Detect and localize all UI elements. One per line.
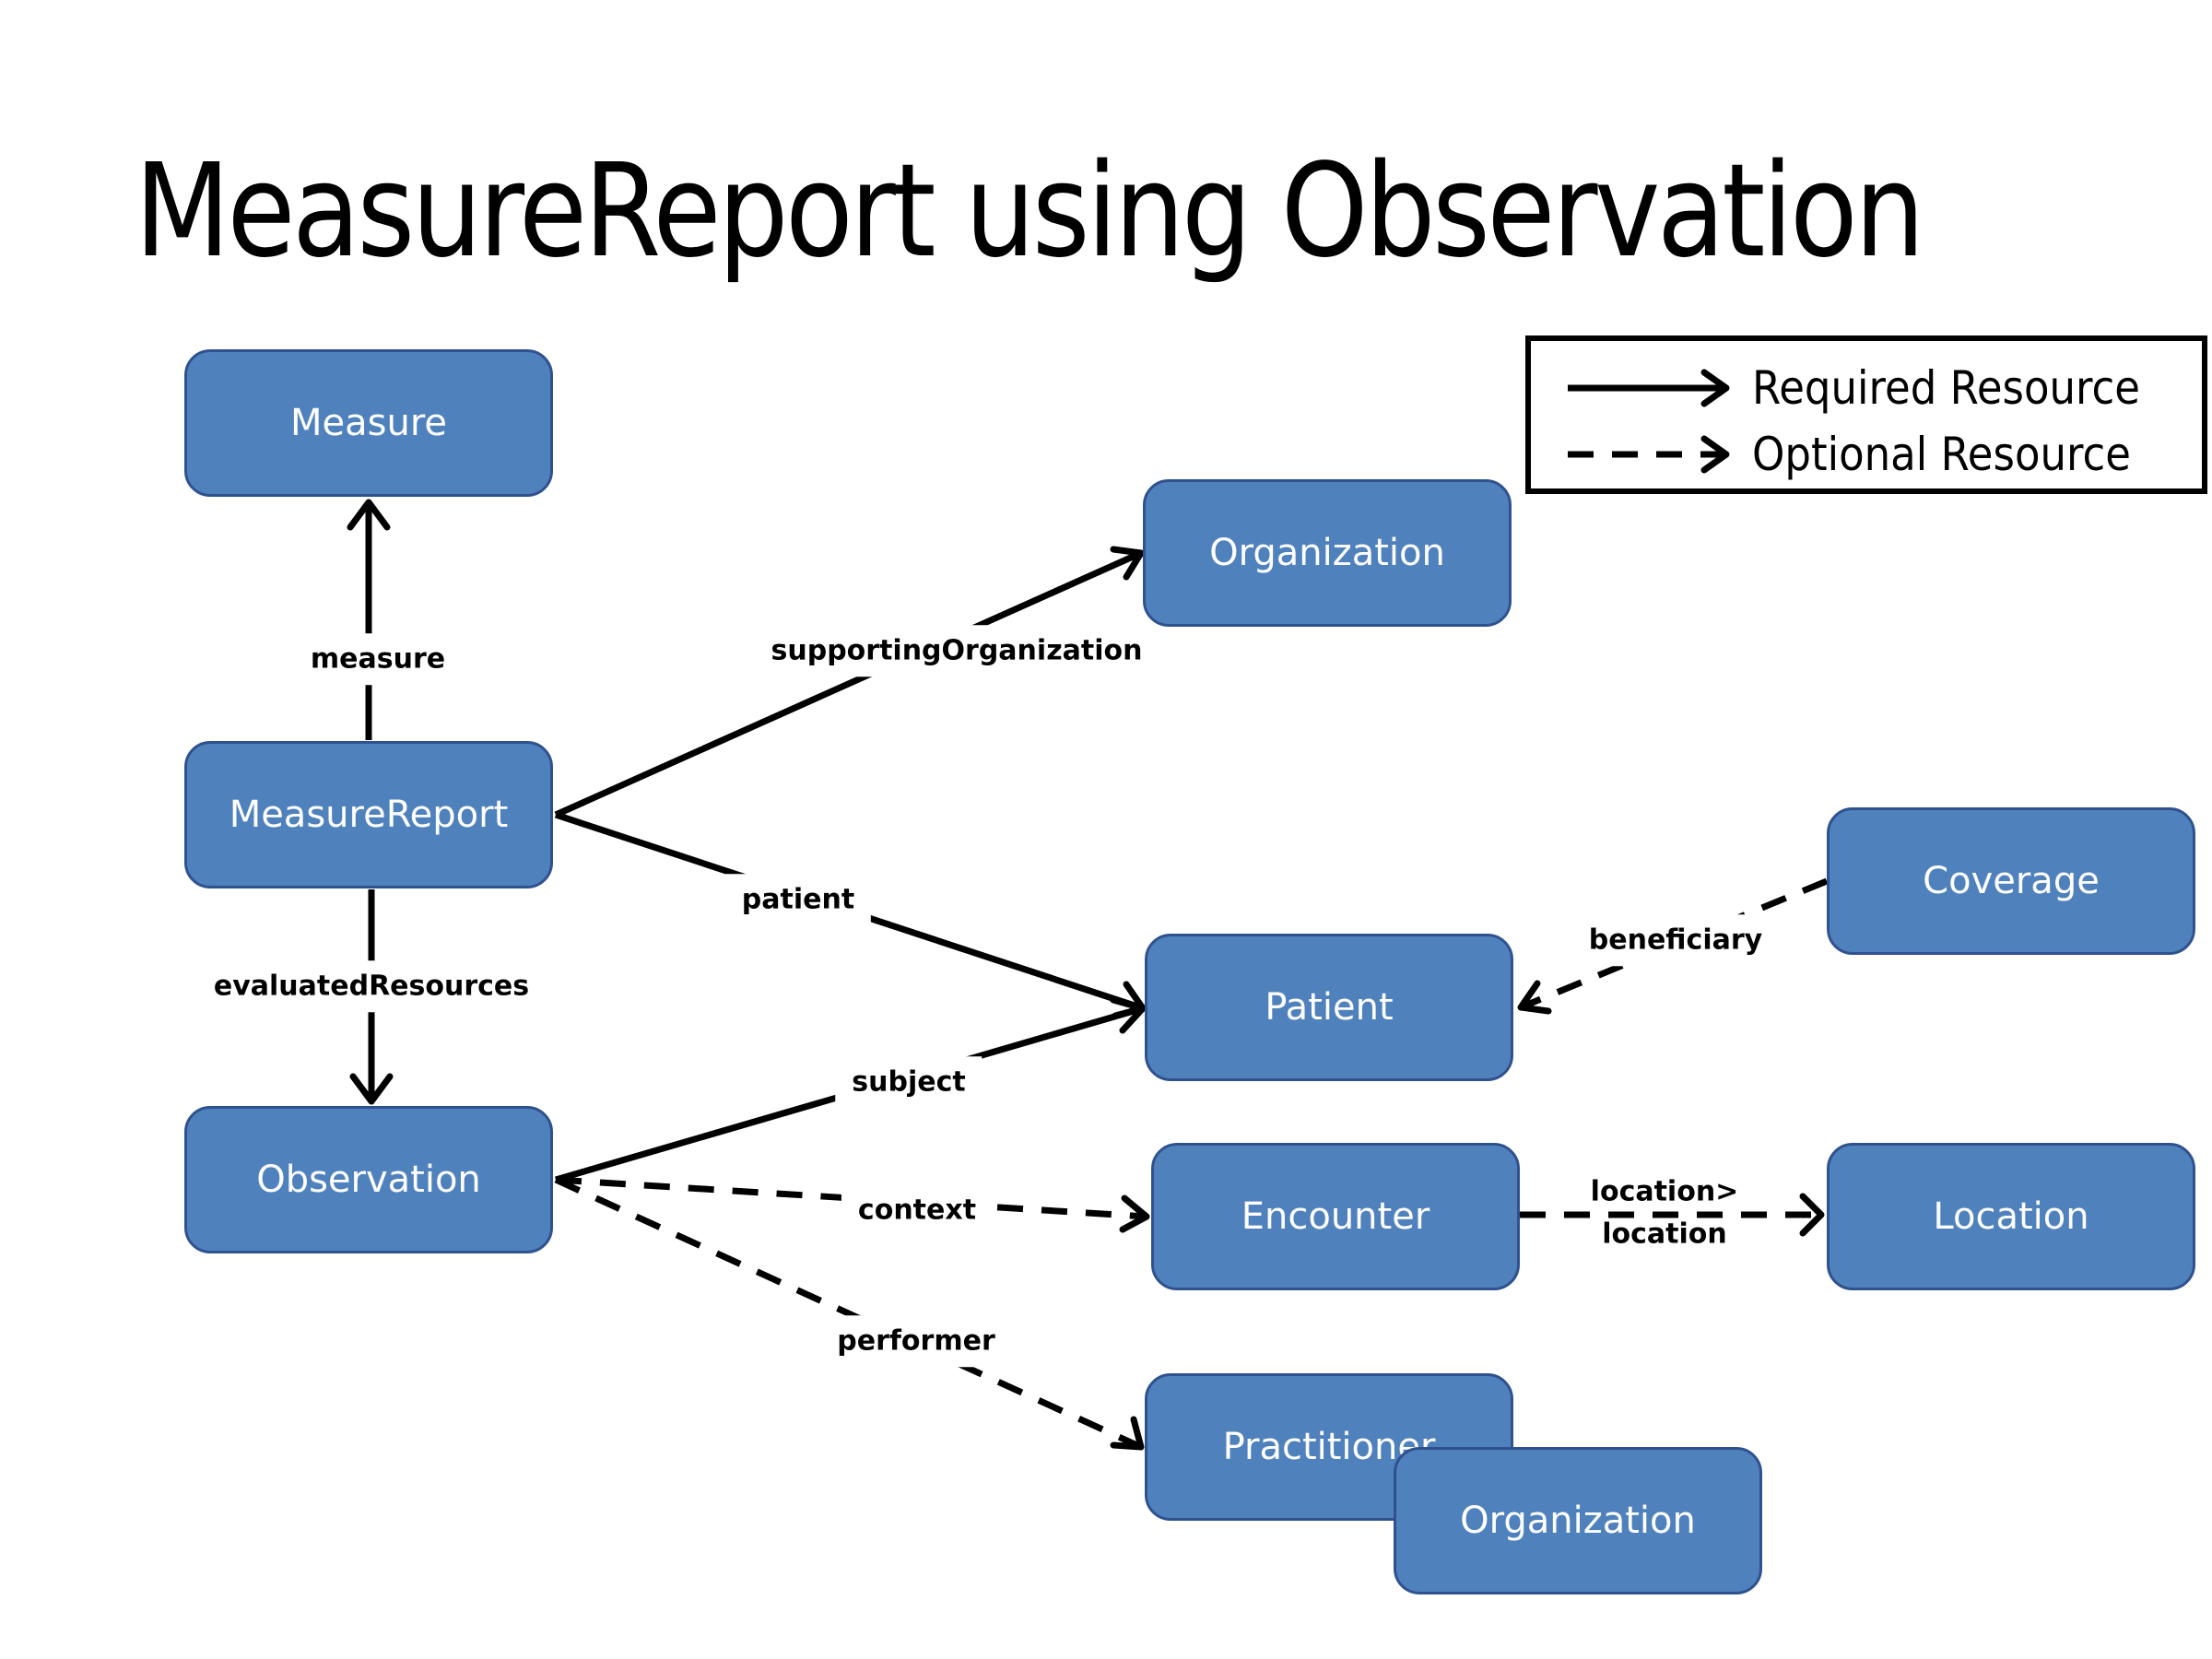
node-label: Measure [290, 402, 447, 444]
edge-measure [347, 499, 391, 740]
node-label: Observation [256, 1159, 481, 1201]
node-coverage[interactable]: Coverage [1827, 807, 2195, 955]
edge-label-patient: patient [724, 874, 872, 925]
node-label: Location [1933, 1195, 2089, 1238]
node-label: Organization [1209, 532, 1445, 574]
legend-optional: Optional Resource [1568, 428, 2173, 481]
node-label: MeasureReport [229, 794, 509, 836]
solid-arrow-icon [1568, 369, 1730, 407]
edge-label-beneficiary: beneficiary [1571, 914, 1780, 966]
edge-label-evaluated-resources: evaluatedResources [196, 960, 547, 1012]
node-label: Coverage [1923, 860, 2100, 902]
legend: Required Resource Optional Resource [1525, 335, 2207, 494]
legend-required: Required Resource [1568, 361, 2183, 415]
node-label: Patient [1265, 986, 1394, 1029]
edge-label-context: context [841, 1184, 994, 1236]
node-label: Organization [1460, 1500, 1696, 1542]
edge-label-measure: measure [293, 633, 463, 685]
dashed-arrow-icon [1568, 435, 1730, 474]
node-organization-performer[interactable]: Organization [1394, 1447, 1762, 1594]
edge-label-supporting-organization: supportingOrganization [754, 625, 1159, 677]
edge-label-performer: performer [820, 1315, 1012, 1367]
node-patient[interactable]: Patient [1145, 934, 1513, 1081]
node-encounter[interactable]: Encounter [1151, 1143, 1520, 1290]
node-observation[interactable]: Observation [184, 1106, 553, 1253]
arrowhead-performer [1110, 1416, 1145, 1451]
arrowhead-beneficiary [1517, 980, 1552, 1015]
edge-supporting-organization [554, 546, 1145, 818]
legend-required-label: Required Resource [1752, 361, 2140, 415]
node-measure[interactable]: Measure [184, 349, 553, 497]
node-label: Encounter [1241, 1195, 1430, 1238]
node-measurereport[interactable]: MeasureReport [184, 741, 553, 888]
edge-label-subject: subject [835, 1056, 982, 1108]
node-location[interactable]: Location [1827, 1143, 2195, 1290]
edge-label-location: location> location [1590, 1175, 1739, 1250]
legend-optional-label: Optional Resource [1752, 428, 2131, 481]
node-organization-supporting[interactable]: Organization [1143, 479, 1512, 627]
edge-label-location-line2: location [1602, 1218, 1727, 1250]
edge-label-location-line1: location> [1590, 1175, 1739, 1208]
